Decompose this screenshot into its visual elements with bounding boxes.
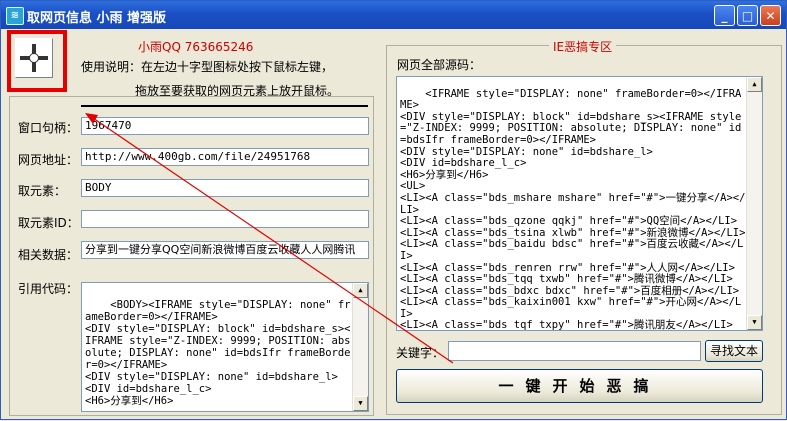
scroll-up-icon[interactable]: ▲ [353, 283, 368, 298]
page-source-text: <IFRAME style="DISPLAY: none" frameBorde… [400, 87, 746, 331]
related-data-field[interactable]: 分享到一键分享QQ空间新浪微博百度云收藏人人网腾讯 [81, 241, 369, 259]
start-prank-button[interactable]: 一键开始恶搞 [396, 369, 763, 403]
page-source-textarea[interactable]: <IFRAME style="DISPLAY: none" frameBorde… [396, 76, 763, 331]
qq-contact: 小雨QQ 763665246 [138, 40, 254, 54]
element-field[interactable]: BODY [81, 179, 369, 197]
quote-code-label: 引用代码： [18, 282, 79, 296]
element-id-label: 取元素ID： [18, 216, 79, 230]
keyword-label: 关键字： [396, 346, 445, 360]
quote-code-scrollbar[interactable]: ▲ ▼ [352, 283, 368, 411]
divider [81, 105, 368, 107]
close-button[interactable]: ✕ [760, 5, 781, 26]
page-source-scrollbar[interactable]: ▲ ▼ [746, 77, 762, 330]
url-field[interactable]: http://www.400gb.com/file/24951768 [81, 148, 369, 166]
crosshair-picker[interactable] [7, 30, 67, 92]
title-bar[interactable]: ≋ 取网页信息 小雨 增强版 _ □ ✕ [1, 1, 786, 29]
url-label: 网页地址： [18, 153, 79, 167]
scroll-up-icon[interactable]: ▲ [747, 77, 762, 92]
element-label: 取元素： [18, 184, 67, 198]
main-window: ≋ 取网页信息 小雨 增强版 _ □ ✕ 小雨QQ 763665246 使用说明… [0, 0, 787, 420]
scroll-down-icon[interactable]: ▼ [747, 315, 762, 330]
page-source-label: 网页全部源码： [397, 58, 482, 72]
crosshair-icon[interactable] [15, 38, 53, 78]
quote-code-text: <BODY><IFRAME style="DISPLAY: none" fram… [85, 299, 351, 407]
app-icon: ≋ [6, 7, 24, 25]
minimize-button[interactable]: _ [714, 5, 735, 26]
related-data-label: 相关数据： [18, 248, 79, 262]
usage-instruction-1: 使用说明：在左边十字型图标处按下鼠标左键， [81, 60, 334, 74]
scroll-down-icon[interactable]: ▼ [353, 396, 368, 411]
keyword-input[interactable] [448, 341, 701, 361]
window-handle-field[interactable]: 1967470 [81, 117, 369, 135]
maximize-button[interactable]: □ [737, 5, 758, 26]
window-title: 取网页信息 小雨 增强版 [27, 11, 167, 26]
find-text-button[interactable]: 寻找文本 [705, 340, 763, 362]
window-handle-label: 窗口句柄： [18, 121, 79, 135]
element-id-field[interactable] [81, 210, 369, 228]
quote-code-textarea[interactable]: <BODY><IFRAME style="DISPLAY: none" fram… [81, 282, 369, 412]
ie-prank-group-title: IE恶搞专区 [549, 38, 617, 55]
